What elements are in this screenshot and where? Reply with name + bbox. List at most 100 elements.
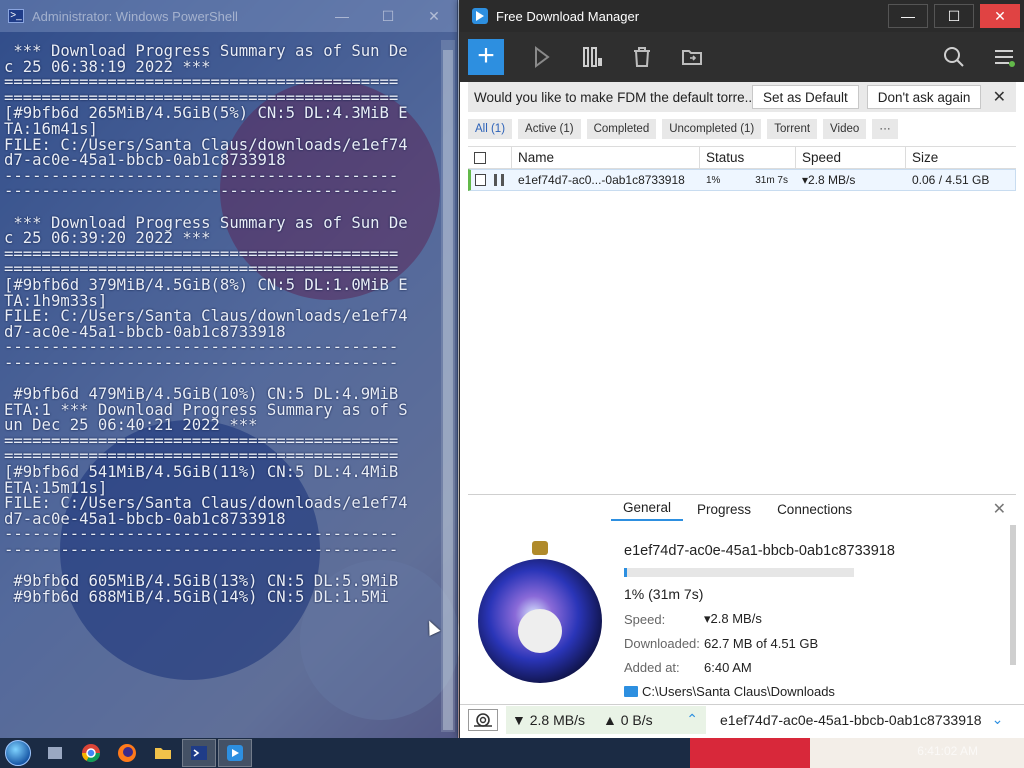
filter-chip[interactable]: Completed [586,119,657,139]
pause-icon[interactable] [494,174,504,186]
windows-orb-icon [5,740,31,766]
details-scrollbar[interactable] [1010,525,1016,665]
row-eta: 31m 7s [755,174,788,186]
dont-ask-again-button[interactable]: Don't ask again [866,85,982,109]
row-select-cell [471,170,512,190]
details-speed-row: Speed: ▾2.8 MB/s [624,610,1004,628]
close-button[interactable]: ✕ [411,0,457,32]
column-header-size[interactable]: Size [906,147,1014,169]
powershell-icon: >_ [8,9,24,23]
downloaded-value: 62.7 MB of 4.51 GB [704,635,819,651]
fdm-window[interactable]: Free Download Manager — ☐ ✕ + Would you … [459,0,1024,738]
column-header-name[interactable]: Name [512,146,700,169]
details-progress-text: 1% (31m 7s) [624,586,704,602]
folder-path[interactable]: C:\Users\Santa Claus\Downloads [642,684,835,699]
downloads-table: Name Status Speed Size e1ef74d7-ac0...-0… [468,146,1016,488]
row-checkbox[interactable] [475,174,487,186]
tab-general[interactable]: General [611,500,684,521]
fdm-toolbar: + [460,32,1024,82]
row-size: 0.06 / 4.51 GB [912,173,990,187]
status-bar: ▼ 2.8 MB/s ▲ 0 B/s ⌃ e1ef74d7-ac0e-45a1-… [460,704,1024,734]
tab-progress[interactable]: Progress [685,502,763,521]
powershell-titlebar[interactable]: >_ Administrator: Windows PowerShell — ☐… [0,0,457,32]
filter-chip[interactable]: Video [823,119,867,139]
add-download-button[interactable]: + [468,39,504,75]
select-all-cell [468,146,512,169]
taskbar-firefox-icon[interactable] [110,739,144,767]
minimize-button[interactable]: — [319,0,365,32]
table-header: Name Status Speed Size [468,146,1016,169]
file-thumbnail-ornament [476,539,606,689]
taskbar: 6:41:02 AM [0,738,1024,768]
taskbar-powershell-icon[interactable] [182,739,216,767]
speed-summary[interactable]: ▼ 2.8 MB/s ▲ 0 B/s ⌃ [506,705,706,734]
download-speed: ▼ 2.8 MB/s [512,711,585,728]
tab-connections[interactable]: Connections [765,502,864,521]
taskbar-fdm-icon[interactable] [218,739,252,767]
added-label: Added at: [624,659,680,675]
details-info: e1ef74d7-ac0e-45a1-bbcb-0ab1c8733918 1% … [624,543,1004,700]
banner-close-icon[interactable]: ✕ [993,87,1006,107]
details-downloaded-row: Downloaded: 62.7 MB of 4.51 GB [624,634,1004,652]
details-close-icon[interactable]: ✕ [993,499,1006,519]
speed-value: ▾2.8 MB/s [704,611,762,626]
start-button[interactable] [0,738,36,768]
row-speed: ▾2.8 MB/s [802,173,856,187]
powershell-console-output[interactable]: *** Download Progress Summary as of Sun … [4,44,440,734]
fdm-titlebar[interactable]: Free Download Manager — ☐ ✕ [460,0,1024,32]
column-header-speed[interactable]: Speed [796,146,906,169]
details-file-name: e1ef74d7-ac0e-45a1-bbcb-0ab1c8733918 [624,543,895,559]
menu-icon[interactable] [992,45,1016,69]
taskbar-explorer-icon[interactable] [146,739,180,767]
filter-chip[interactable]: ··· [872,119,898,139]
tray-clock[interactable]: 6:41:02 AM [917,744,978,758]
powershell-window[interactable]: >_ Administrator: Windows PowerShell — ☐… [0,0,458,738]
console-line: ----------------------------------------… [4,541,399,559]
details-tabs: General Progress Connections [468,495,1016,521]
filter-chip[interactable]: All (1) [468,119,513,139]
taskbar-app-unknown[interactable] [38,739,72,767]
table-row[interactable]: e1ef74d7-ac0...-0ab1c8733918 1% 31m 7s ▾… [468,169,1016,191]
set-as-default-button[interactable]: Set as Default [752,85,859,109]
row-percent: 1% [706,174,721,186]
filter-chip[interactable]: Active (1) [518,119,581,139]
filter-chip[interactable]: Uncompleted (1) [662,119,762,139]
downloaded-label: Downloaded: [624,635,700,651]
resume-icon[interactable] [530,45,554,69]
chevron-down-icon[interactable]: ⌄ [992,711,1004,728]
pause-all-icon[interactable] [580,45,604,69]
upload-speed: ▲ 0 B/s [603,711,653,728]
details-added-row: Added at: 6:40 AM [624,658,1004,676]
minimize-button[interactable]: — [888,4,928,28]
search-icon[interactable] [942,45,966,69]
details-panel: General Progress Connections ✕ e1ef74d7-… [468,494,1016,700]
column-header-status[interactable]: Status [700,146,796,169]
powershell-scrollbar[interactable] [441,40,455,732]
move-to-folder-icon[interactable] [680,45,704,69]
close-button[interactable]: ✕ [980,4,1020,28]
fdm-app-icon [472,8,488,24]
details-progress-bar [624,568,854,577]
fdm-title: Free Download Manager [496,8,640,24]
scrollbar-thumb[interactable] [443,50,453,730]
details-progress-fill [624,568,627,577]
console-line: ----------------------------------------… [4,182,399,201]
filter-bar: All (1) Active (1) Completed Uncompleted (1… [468,118,904,140]
details-folder-link[interactable]: C:\Users\Santa Claus\Downloads [624,682,1004,700]
console-line: ----------------------------------------… [4,353,399,372]
folder-icon [624,685,638,697]
row-status: 1% 31m 7s [700,170,796,190]
chevron-up-icon[interactable]: ⌃ [686,711,698,728]
banner-message: Would you like to make FDM the default t… [474,89,752,105]
maximize-button[interactable]: ☐ [934,4,974,28]
speed-mode-snail-icon[interactable] [468,708,498,731]
delete-icon[interactable] [630,45,654,69]
added-value: 6:40 AM [704,659,752,675]
filter-chip[interactable]: Torrent [767,119,818,139]
console-line: #9bfb6d 688MiB/4.5GiB(14%) CN:5 DL:1.5Mi [4,587,389,606]
maximize-button[interactable]: ☐ [365,0,411,32]
taskbar-chrome-icon[interactable] [74,739,108,767]
system-tray: 6:41:02 AM [690,738,1024,768]
default-app-banner: Would you like to make FDM the default t… [468,82,1016,112]
select-all-checkbox[interactable] [474,151,486,164]
